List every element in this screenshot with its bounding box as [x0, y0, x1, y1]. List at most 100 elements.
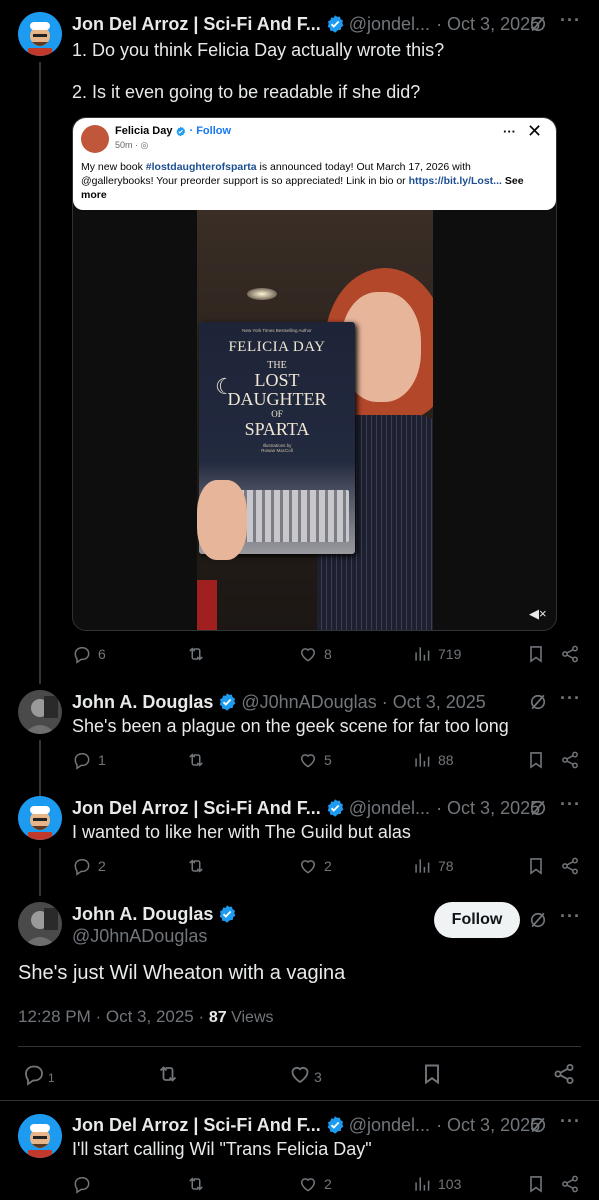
thread-line — [39, 62, 41, 684]
repost-button[interactable] — [186, 644, 206, 664]
repost-button[interactable] — [186, 750, 206, 770]
reply-button[interactable]: 6 — [72, 644, 106, 664]
view-count: 719 — [438, 646, 462, 662]
grok-icon[interactable] — [528, 910, 548, 930]
tweet-text: I wanted to like her with The Guild but … — [72, 822, 411, 842]
display-name[interactable]: Jon Del Arroz | Sci-Fi And F... — [72, 798, 321, 819]
avatar[interactable] — [18, 902, 62, 946]
reply-count: 6 — [98, 646, 106, 662]
share-button[interactable] — [552, 1062, 576, 1086]
reply-icon — [72, 1174, 92, 1194]
share-button[interactable] — [560, 856, 580, 876]
avatar[interactable] — [18, 1114, 62, 1158]
views-button[interactable]: 103 — [412, 1174, 461, 1194]
more-options-icon[interactable]: ··· — [560, 1111, 581, 1132]
grok-icon[interactable] — [528, 692, 548, 712]
bookmark-button[interactable] — [526, 644, 546, 664]
tweet-text-line2: 2. Is it even going to be readable if sh… — [72, 82, 421, 102]
like-button[interactable]: 8 — [298, 644, 332, 664]
bookmark-button[interactable] — [420, 1062, 444, 1086]
avatar[interactable] — [18, 12, 62, 56]
verified-badge-icon — [325, 1115, 345, 1135]
views-button[interactable]: 88 — [412, 750, 454, 770]
verified-badge-icon — [217, 692, 237, 712]
like-button[interactable]: 2 — [298, 1174, 332, 1194]
reply-button[interactable]: 1 — [22, 1062, 55, 1086]
more-options-icon[interactable]: ··· — [560, 10, 581, 31]
avatar[interactable] — [18, 796, 62, 840]
book-illustrator: Rowan MacColl — [261, 448, 293, 453]
handle[interactable]: @J0hnADouglas — [72, 926, 207, 947]
like-icon — [298, 1174, 318, 1194]
mute-icon[interactable]: ◀× — [529, 606, 547, 622]
verified-badge-icon — [325, 798, 345, 818]
reply-button[interactable]: 2 — [72, 856, 106, 876]
reply-button[interactable] — [72, 1174, 92, 1194]
more-options-icon[interactable]: ··· — [560, 906, 581, 927]
follow-button[interactable]: Follow — [434, 902, 520, 938]
reply-button[interactable]: 1 — [72, 750, 106, 770]
repost-button[interactable] — [156, 1062, 180, 1086]
bookmark-button[interactable] — [526, 1174, 546, 1194]
repost-button[interactable] — [186, 1174, 206, 1194]
moon-icon: ☾ — [215, 374, 235, 399]
facebook-post-header: Felicia Day · Follow 50m · ◎ ··· ✕ My ne… — [73, 118, 556, 210]
handle[interactable]: @jondel... — [349, 798, 430, 819]
tweet-meta: 12:28 PM · Oct 3, 2025 · 87 Views — [18, 1007, 274, 1027]
views-icon — [412, 1174, 432, 1194]
close-icon[interactable]: ✕ — [527, 121, 542, 142]
hashtag-link[interactable]: #lostdaughterofsparta — [146, 161, 257, 173]
grok-icon[interactable] — [528, 1115, 548, 1135]
globe-icon: ◎ — [140, 140, 149, 150]
grok-icon[interactable] — [528, 14, 548, 34]
bookmark-icon — [526, 750, 546, 770]
handle[interactable]: @jondel... — [349, 1115, 430, 1136]
views-icon — [412, 750, 432, 770]
bookmark-button[interactable] — [526, 750, 546, 770]
views-icon — [412, 856, 432, 876]
display-name[interactable]: Jon Del Arroz | Sci-Fi And F... — [72, 1115, 321, 1136]
reply-icon — [72, 644, 92, 664]
avatar[interactable] — [18, 690, 62, 734]
more-options-icon[interactable]: ··· — [560, 794, 581, 815]
share-button[interactable] — [560, 1174, 580, 1194]
share-button[interactable] — [560, 750, 580, 770]
display-name[interactable]: John A. Douglas — [72, 692, 213, 713]
display-name[interactable]: John A. Douglas — [72, 904, 213, 925]
more-options-icon[interactable]: ··· — [503, 124, 516, 139]
handle[interactable]: @jondel... — [349, 14, 430, 35]
book-temple-art — [229, 490, 349, 542]
reply-icon — [72, 750, 92, 770]
grok-icon[interactable] — [528, 798, 548, 818]
like-count: 2 — [324, 1176, 332, 1192]
red-object — [197, 580, 217, 630]
like-icon — [298, 750, 318, 770]
timestamp[interactable]: · Oct 3, 2025 — [436, 14, 540, 35]
like-button[interactable]: 5 — [298, 750, 332, 770]
view-count: 87 — [208, 1009, 227, 1026]
views-label: Views — [226, 1009, 274, 1026]
views-icon — [412, 644, 432, 664]
like-button[interactable]: 3 — [288, 1062, 322, 1086]
video-embed[interactable]: Felicia Day · Follow 50m · ◎ ··· ✕ My ne… — [72, 117, 557, 631]
display-name[interactable]: Jon Del Arroz | Sci-Fi And F... — [72, 14, 321, 35]
tweet-timestamp[interactable]: 12:28 PM · Oct 3, 2025 · — [18, 1007, 209, 1026]
facebook-follow-link[interactable]: · Follow — [189, 125, 231, 137]
timestamp[interactable]: · Oct 3, 2025 — [436, 1115, 540, 1136]
bio-link[interactable]: https://bit.ly/Lost... — [409, 175, 502, 187]
timestamp[interactable]: · Oct 3, 2025 — [436, 798, 540, 819]
more-options-icon[interactable]: ··· — [560, 688, 581, 709]
share-button[interactable] — [560, 644, 580, 664]
like-button[interactable]: 2 — [298, 856, 332, 876]
handle[interactable]: @J0hnADouglas · Oct 3, 2025 — [241, 692, 485, 713]
share-icon — [560, 1174, 580, 1194]
video-frame[interactable]: New York Times Bestselling Author FELICI… — [197, 210, 433, 630]
bookmark-icon — [526, 856, 546, 876]
bookmark-button[interactable] — [526, 856, 546, 876]
views-button[interactable]: 719 — [412, 644, 461, 664]
repost-button[interactable] — [186, 856, 206, 876]
facebook-author[interactable]: Felicia Day — [115, 125, 172, 137]
avatar — [81, 125, 109, 153]
thread-line — [39, 740, 41, 798]
views-button[interactable]: 78 — [412, 856, 454, 876]
